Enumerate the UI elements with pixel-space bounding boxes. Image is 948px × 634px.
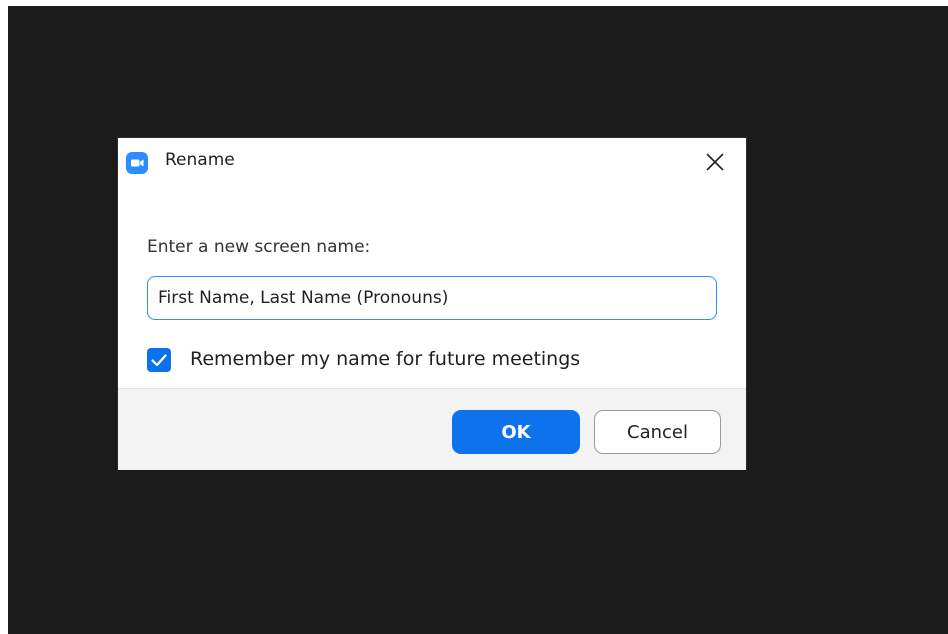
dialog-footer: OK Cancel bbox=[118, 388, 746, 470]
close-icon[interactable] bbox=[701, 150, 729, 176]
screen-name-prompt: Enter a new screen name: bbox=[147, 237, 371, 257]
remember-name-label: Remember my name for future meetings bbox=[190, 348, 581, 370]
remember-name-checkbox[interactable] bbox=[147, 348, 171, 372]
screen-name-input[interactable] bbox=[147, 276, 717, 320]
ok-button[interactable]: OK bbox=[452, 410, 580, 454]
dialog-title: Rename bbox=[165, 150, 235, 170]
checkmark-icon bbox=[151, 354, 167, 367]
rename-dialog: Rename Enter a new screen name: Remember… bbox=[118, 138, 746, 470]
zoom-video-icon bbox=[126, 152, 148, 174]
dialog-body: Enter a new screen name: Remember my nam… bbox=[118, 184, 746, 388]
cancel-button[interactable]: Cancel bbox=[594, 410, 721, 454]
dialog-titlebar: Rename bbox=[118, 138, 746, 184]
